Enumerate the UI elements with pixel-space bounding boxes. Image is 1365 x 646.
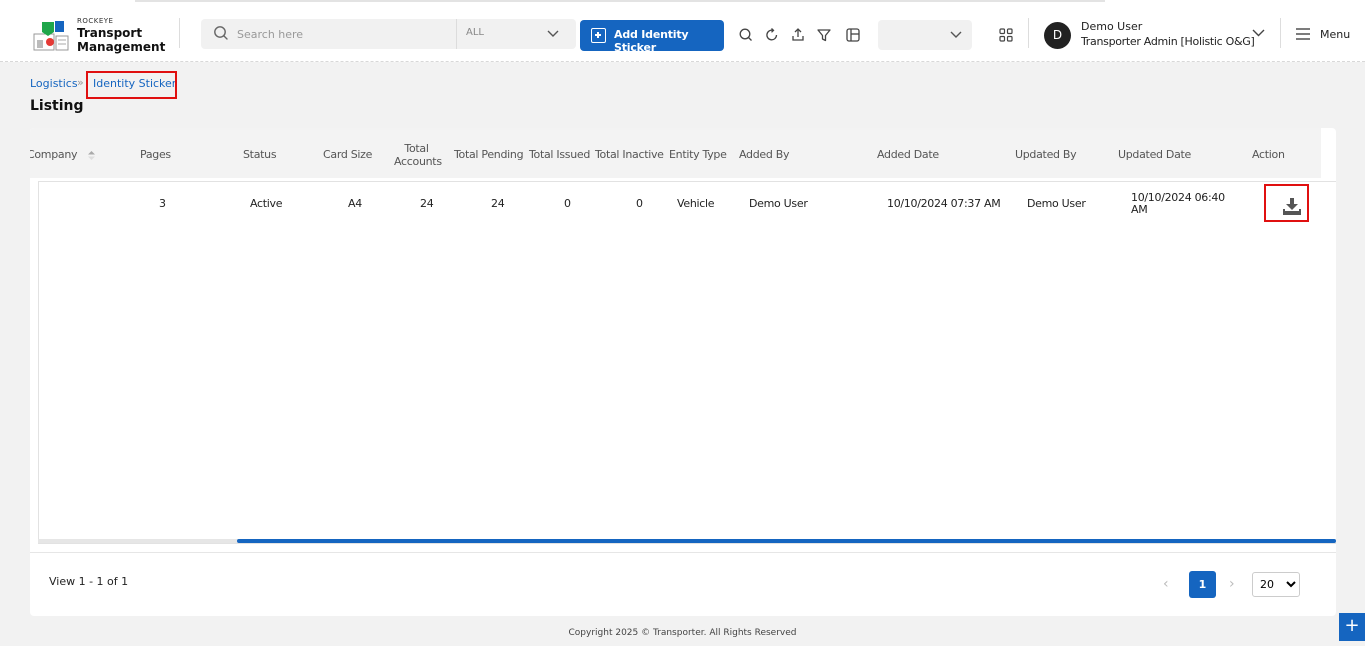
breadcrumb-logistics[interactable]: Logistics [30,77,78,90]
search-box [201,19,456,49]
highlight-box [86,71,177,99]
divider [1280,18,1281,48]
column-header-total-accounts-l2: Accounts [394,155,442,168]
divider [30,552,1336,553]
search-scope-select[interactable]: ALL [456,19,576,49]
search-scope-value: ALL [466,27,484,38]
column-header-updated-date[interactable]: Updated Date [1118,148,1191,161]
refresh-icon[interactable] [764,27,780,43]
column-header-action: Action [1252,148,1285,161]
cell-total-accounts: 24 [420,197,434,210]
cell-pages: 3 [159,197,166,210]
page-size-select[interactable]: 20 [1252,572,1300,597]
top-header: ROCKEYE Transport Management ALL Add Ide… [0,0,1365,62]
cell-total-issued: 0 [564,197,571,210]
context-select[interactable] [878,20,972,50]
user-role[interactable]: Transporter Admin [Holistic O&G] [1081,35,1255,48]
hamburger-icon [1296,28,1310,40]
column-header-pages[interactable]: Pages [140,148,171,161]
column-header-total-inactive[interactable]: Total Inactive [595,148,664,161]
column-header-card-size[interactable]: Card Size [323,148,372,161]
menu-button[interactable]: Menu [1296,26,1352,44]
cell-added-by: Demo User [749,197,808,210]
cell-updated-by: Demo User [1027,197,1086,210]
cell-updated-date-l2: AM [1131,203,1148,216]
download-icon[interactable] [1279,195,1305,217]
search-input[interactable] [237,24,447,44]
app-logo[interactable]: ROCKEYE Transport Management [32,16,166,56]
avatar[interactable]: D [1044,22,1071,49]
search-tool-icon[interactable] [738,27,754,43]
apps-grid-icon[interactable] [998,27,1014,43]
chevron-down-icon [547,30,559,37]
user-menu-chevron-down-icon[interactable] [1252,28,1265,38]
cell-total-pending: 24 [491,197,505,210]
horizontal-scrollbar-thumb[interactable] [237,539,1336,543]
column-header-total-accounts[interactable]: Total Accounts [394,142,442,168]
view-count: View 1 - 1 of 1 [49,575,129,588]
sort-icon[interactable] [88,151,95,160]
next-page-chevron-right-icon[interactable]: › [1229,576,1235,592]
column-header-total-pending[interactable]: Total Pending [454,148,524,161]
brand-small: ROCKEYE [77,17,114,25]
cell-updated-date: 10/10/2024 06:40 AM [1131,192,1225,216]
export-icon[interactable] [790,27,806,43]
table-body: 3 Active A4 24 24 0 0 Vehicle Demo User … [38,181,1336,544]
column-header-added-by[interactable]: Added By [739,148,790,161]
plus-square-icon [591,28,606,43]
columns-icon[interactable] [845,27,861,43]
column-header-total-issued[interactable]: Total Issued [529,148,590,161]
top-strip [135,0,1105,2]
cell-card-size: A4 [348,197,362,210]
cell-added-date: 10/10/2024 07:37 AM [887,197,1001,210]
brand-line-1: Transport [77,26,143,40]
column-header-entity-type[interactable]: Entity Type [669,148,727,161]
prev-page-chevron-left-icon[interactable]: ‹ [1163,576,1169,592]
divider [1028,18,1029,48]
column-header-status[interactable]: Status [243,148,277,161]
page-title: Listing [30,98,84,114]
table-header: Company Pages Status Card Size Total Acc… [30,128,1321,178]
cell-entity-type: Vehicle [677,197,715,210]
column-header-added-date[interactable]: Added Date [877,148,939,161]
logo-mark-icon [33,21,69,51]
page-number-button[interactable]: 1 [1189,571,1216,598]
copyright: Copyright 2025 © Transporter. All Rights… [568,628,797,638]
add-identity-sticker-button[interactable]: Add Identity Sticker [580,20,724,54]
search-icon [214,26,228,40]
add-identity-sticker-label: Add Identity Sticker [614,28,689,54]
column-header-total-accounts-l1: Total [404,142,429,155]
chevron-down-icon [950,31,962,38]
floating-add-button[interactable]: + [1339,613,1365,641]
cell-total-inactive: 0 [636,197,643,210]
brand-line-2: Management [77,40,166,54]
menu-label: Menu [1320,28,1351,41]
column-header-company[interactable]: Company [30,148,78,161]
column-header-updated-by[interactable]: Updated By [1015,148,1077,161]
listing-card: Company Pages Status Card Size Total Acc… [30,128,1336,616]
user-name[interactable]: Demo User [1081,20,1142,33]
divider [179,18,180,48]
breadcrumb-separator: » [77,76,84,89]
cell-status: Active [250,197,283,210]
filter-icon[interactable] [816,27,832,43]
